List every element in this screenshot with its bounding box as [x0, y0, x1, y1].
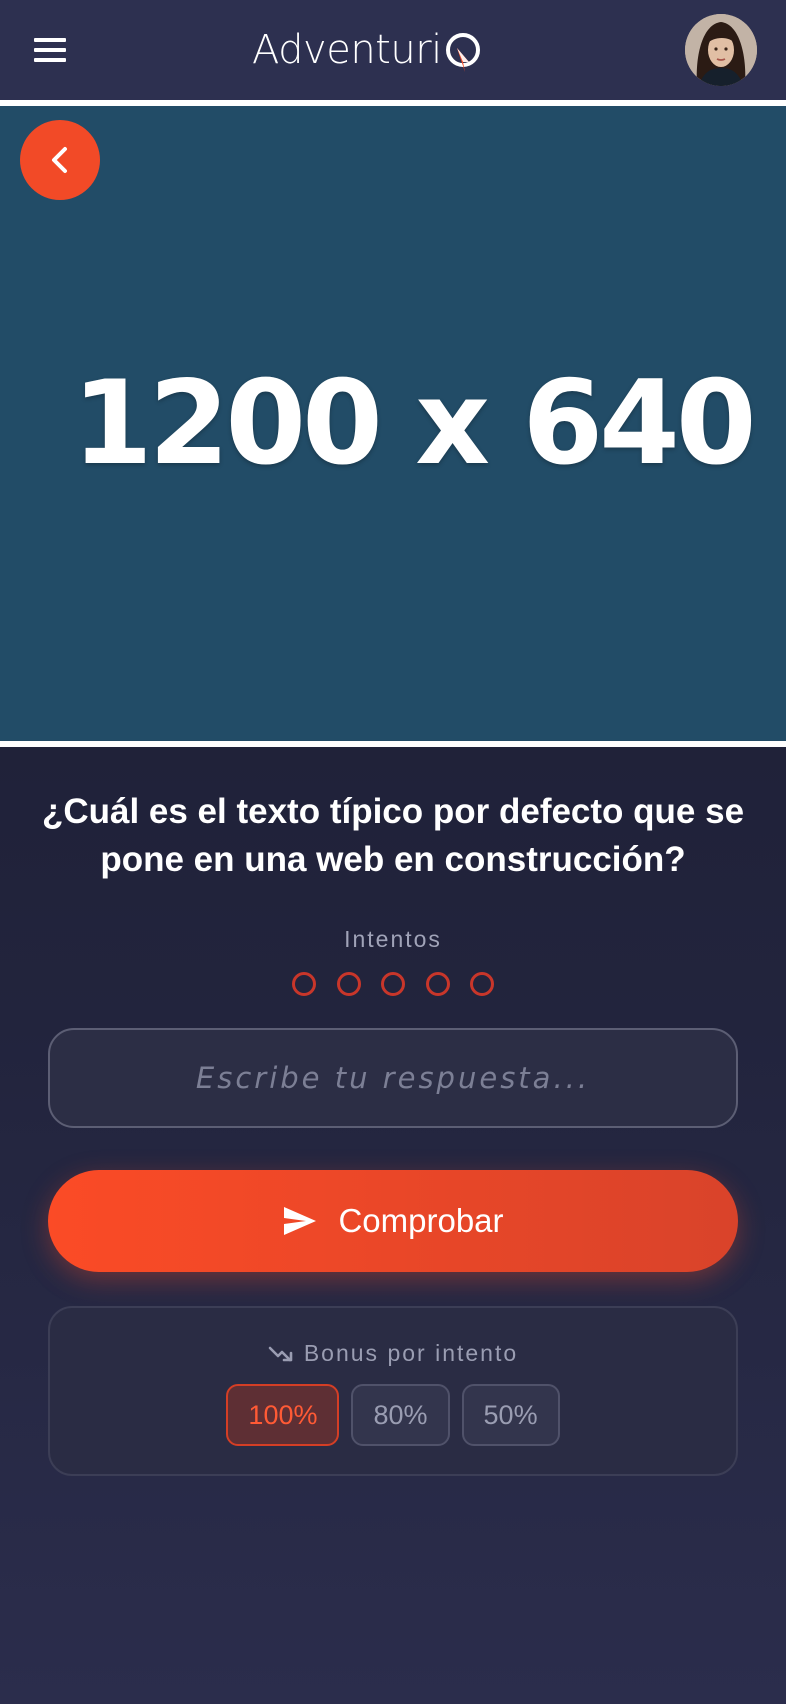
hamburger-menu-icon[interactable]: [34, 38, 66, 62]
trending-down-icon: [268, 1346, 293, 1361]
bonus-chip-80: 80%: [351, 1384, 450, 1446]
attempt-dot: [336, 972, 361, 996]
avatar-portrait-icon: [685, 14, 757, 86]
logo-mark-icon: [445, 33, 480, 72]
question-text: ¿Cuál es el texto típico por defecto que…: [41, 792, 745, 879]
send-icon: [284, 1207, 317, 1235]
bonus-card: Bonus por intento 100% 80% 50%: [48, 1306, 738, 1476]
question-image: 1200 x 640: [0, 106, 786, 741]
attempts-label: Intentos: [344, 926, 442, 952]
logo-text: Adventuri: [252, 27, 442, 73]
avatar[interactable]: [685, 14, 757, 86]
back-button[interactable]: [20, 120, 100, 200]
attempt-dot: [381, 972, 405, 996]
image-divider: [0, 741, 786, 747]
bonus-chip-100: 100%: [226, 1384, 340, 1446]
attempt-dot: [425, 972, 450, 996]
attempt-dot: [470, 972, 494, 996]
bonus-levels: 100% 80% 50%: [50, 1384, 736, 1446]
app-logo[interactable]: Adventuri: [252, 18, 485, 82]
app-header: Adventuri: [0, 0, 786, 100]
attempts-indicator: [292, 972, 494, 996]
chevron-left-icon: [52, 147, 67, 173]
answer-input[interactable]: [48, 1028, 738, 1128]
attempt-dot: [292, 972, 316, 996]
check-button-label: Comprobar: [338, 1202, 504, 1239]
check-button[interactable]: Comprobar: [48, 1170, 738, 1272]
image-placeholder-text: 1200 x 640: [72, 356, 757, 491]
bonus-chip-50: 50%: [461, 1384, 560, 1446]
bonus-title: Bonus por intento: [50, 1340, 736, 1367]
bonus-title-label: Bonus por intento: [303, 1340, 519, 1366]
